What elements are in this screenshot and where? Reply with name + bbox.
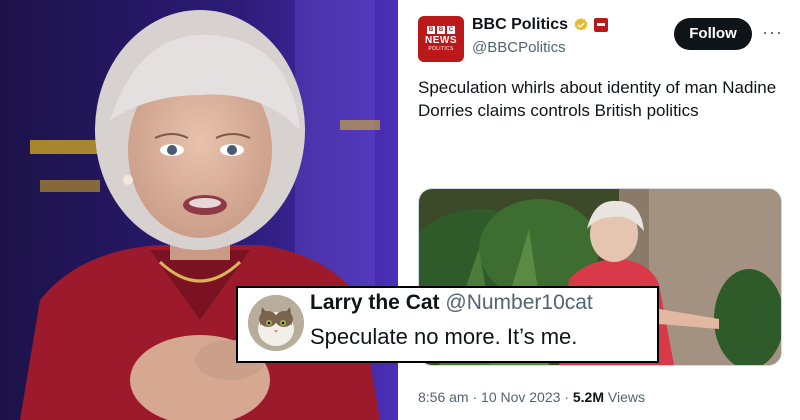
bbc-politics-avatar[interactable]: B B C NEWS POLITICS	[418, 16, 464, 62]
verified-badge-icon	[574, 18, 588, 31]
views-count: 5.2M	[572, 389, 604, 405]
cat-avatar-image	[248, 295, 304, 351]
bbc-logo-sub: POLITICS	[428, 45, 454, 52]
bbc-logo-blocks: B B C	[427, 25, 455, 34]
reply-author-name[interactable]: Larry the Cat	[310, 291, 440, 314]
account-name-row[interactable]: BBC Politics	[472, 16, 609, 34]
account-handle[interactable]: @BBCPolitics	[472, 39, 566, 56]
bbc-block-3: C	[447, 25, 455, 34]
larry-avatar[interactable]	[248, 295, 304, 351]
account-name[interactable]: BBC Politics	[472, 16, 568, 34]
larry-reply-card: Larry the Cat @Number10cat Speculate no …	[236, 286, 659, 363]
more-options-icon[interactable]: ···	[762, 22, 783, 43]
reply-name-row: Larry the Cat @Number10cat	[310, 291, 593, 315]
bbc-logo-word: NEWS	[425, 34, 457, 46]
bbc-block-2: B	[437, 25, 445, 34]
bbc-block-1: B	[427, 25, 435, 34]
tweet-timestamp[interactable]: 8:56 am · 10 Nov 2023 ·	[418, 389, 573, 405]
tweet-meta: 8:56 am · 10 Nov 2023 · 5.2M Views	[418, 389, 645, 405]
reply-author-handle[interactable]: @Number10cat	[445, 291, 592, 314]
affiliate-badge-icon	[594, 18, 609, 32]
follow-button[interactable]: Follow	[674, 18, 752, 50]
tweet-text: Speculation whirls about identity of man…	[418, 78, 777, 120]
reply-text: Speculate no more. It’s me.	[310, 324, 578, 349]
views-label: Views	[604, 389, 645, 405]
